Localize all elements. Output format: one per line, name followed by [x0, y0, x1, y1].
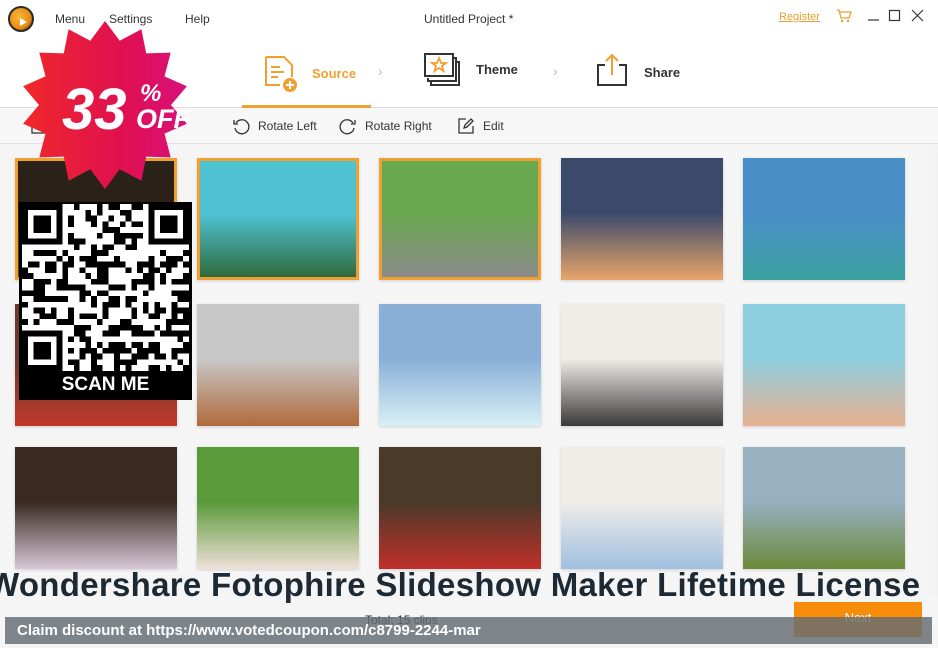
theme-star-icon: [424, 53, 460, 86]
tab-theme[interactable]: Theme: [424, 40, 534, 108]
clip-image: [743, 304, 905, 426]
clip-thumbnail[interactable]: [743, 304, 905, 426]
discount-off: OFF: [136, 104, 190, 134]
rotate-left-label: Rotate Left: [258, 119, 317, 133]
claim-text: Claim discount at https://www.votedcoupo…: [17, 622, 481, 639]
edit-label: Edit: [483, 119, 504, 133]
promo-product-title: Wondershare Fotophire Slideshow Maker Li…: [0, 566, 921, 603]
minimize-icon[interactable]: [866, 8, 882, 24]
clip-image: [379, 447, 541, 569]
clip-image: [200, 161, 356, 277]
edit-icon: [458, 118, 474, 134]
discount-badge: 33 % OFF: [18, 20, 193, 190]
tab-share[interactable]: Share: [596, 40, 706, 108]
clip-thumbnail[interactable]: [379, 304, 541, 426]
rotate-left-button[interactable]: Rotate Left: [232, 117, 317, 135]
clip-thumbnail[interactable]: [743, 447, 905, 569]
clip-image: [379, 304, 541, 426]
edit-button[interactable]: Edit: [457, 117, 504, 135]
rotate-left-icon: [233, 119, 250, 135]
chevron-right-icon: ›: [553, 63, 558, 79]
clip-thumbnail[interactable]: [379, 447, 541, 569]
clip-image: [561, 158, 723, 280]
clip-image: [197, 304, 359, 426]
close-icon[interactable]: [910, 8, 926, 24]
rotate-right-icon: [339, 119, 356, 135]
claim-banner[interactable]: Claim discount at https://www.votedcoupo…: [5, 617, 932, 644]
qr-label: SCAN ME: [61, 374, 150, 395]
clip-image: [743, 447, 905, 569]
app-window: Menu Settings Help Untitled Project * Re…: [0, 0, 938, 648]
window-title: Untitled Project *: [424, 12, 514, 26]
clip-image: [561, 304, 723, 426]
clip-thumbnail[interactable]: [743, 158, 905, 280]
tab-source[interactable]: Source: [262, 40, 372, 108]
clip-thumbnail[interactable]: [379, 158, 541, 280]
scrollbar[interactable]: [929, 145, 938, 595]
qr-pattern-icon: [22, 204, 189, 371]
chevron-right-icon: ›: [378, 63, 383, 79]
add-document-icon: [265, 56, 297, 92]
clip-image: [561, 447, 723, 569]
tab-share-label: Share: [644, 65, 681, 80]
tab-source-label: Source: [312, 66, 357, 81]
cart-icon[interactable]: [836, 9, 852, 23]
clip-thumbnail[interactable]: [15, 447, 177, 569]
discount-number: 33: [62, 77, 127, 142]
clip-image: [743, 158, 905, 280]
clip-image: [197, 447, 359, 569]
maximize-icon[interactable]: [887, 8, 903, 24]
clip-thumbnail[interactable]: [561, 304, 723, 426]
clip-image: [15, 447, 177, 569]
clip-thumbnail[interactable]: [561, 447, 723, 569]
register-link[interactable]: Register: [779, 11, 820, 23]
clip-image: [382, 161, 538, 277]
tab-theme-label: Theme: [476, 62, 518, 77]
clip-thumbnail[interactable]: [197, 447, 359, 569]
share-upload-icon: [597, 53, 627, 86]
rotate-right-button[interactable]: Rotate Right: [339, 117, 432, 135]
clip-thumbnail[interactable]: [197, 304, 359, 426]
qr-code[interactable]: SCAN ME: [19, 202, 192, 400]
clip-thumbnail[interactable]: [197, 158, 359, 280]
clip-thumbnail[interactable]: [561, 158, 723, 280]
rotate-right-label: Rotate Right: [365, 119, 432, 133]
